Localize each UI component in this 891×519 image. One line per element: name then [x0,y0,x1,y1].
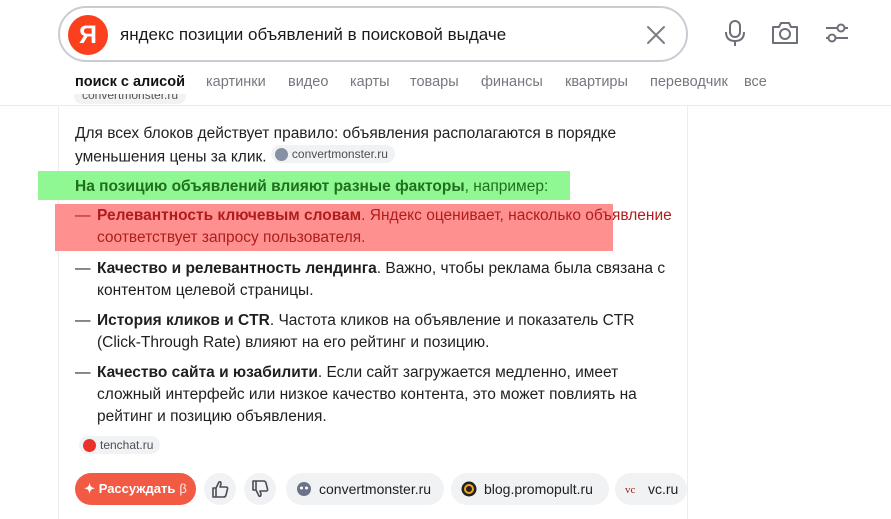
like-button[interactable] [204,473,236,505]
source-chip-clipped[interactable]: convertmonster.ru [74,94,202,108]
tenchat-favicon-icon [83,438,96,452]
tab-apartments[interactable]: квартиры [565,74,628,90]
tab-maps[interactable]: карты [350,74,390,90]
yandex-logo[interactable]: Я [68,15,108,55]
sparkle-icon: ✦ [84,481,96,496]
tab-translator[interactable]: переводчик [650,74,728,90]
thumbs-down-icon [252,480,269,498]
filters-icon[interactable] [822,18,852,48]
tab-alice[interactable]: поиск с алисой [75,74,185,90]
answer-intro: Для всех блоков действует правило: объяв… [75,123,660,169]
tab-video[interactable]: видео [288,74,328,90]
source-pill[interactable]: convertmonster.ru [286,473,444,505]
source-chip[interactable]: convertmonster.ru [270,145,395,163]
tab-goods[interactable]: товары [410,74,459,90]
lead-bold: На позицию объявлений влияют разные факт… [75,178,465,195]
dislike-button[interactable] [244,473,276,505]
camera-icon[interactable] [770,18,800,48]
list-item: — Релевантность ключевым словам. Яндекс … [75,207,672,246]
search-input[interactable]: яндекс позиции объявлений в поисковой вы… [120,25,506,45]
tab-all[interactable]: все [744,74,767,90]
microphone-icon[interactable] [720,18,750,48]
thumbs-up-icon [212,480,229,498]
footer-source: tenchat.ru [79,436,161,458]
tab-images[interactable]: картинки [206,74,266,90]
source-pill[interactable]: vc vc.ru [615,473,687,505]
source-chip[interactable]: tenchat.ru [79,436,161,454]
list-item: — История кликов и CTR. Частота кликов н… [75,312,635,351]
convertmonster-favicon-icon [274,147,288,161]
list-item: — Качество сайта и юзабилити. Если сайт … [75,364,637,425]
tab-finance[interactable]: финансы [481,74,543,90]
list-item: — Качество и релевантность лендинга. Важ… [75,260,666,299]
close-icon[interactable] [644,23,668,47]
promopult-icon [461,481,477,497]
factors-lead: На позицию объявлений влияют разные факт… [75,178,549,195]
search-bar[interactable]: Я яндекс позиции объявлений в поисковой … [58,6,688,62]
svg-text:vc: vc [625,484,636,496]
convertmonster-icon [297,482,311,496]
source-pill[interactable]: blog.promopult.ru [451,473,609,505]
reasoning-button[interactable]: ✦ Рассуждать β [75,473,196,505]
vc-icon: vc [625,484,636,496]
